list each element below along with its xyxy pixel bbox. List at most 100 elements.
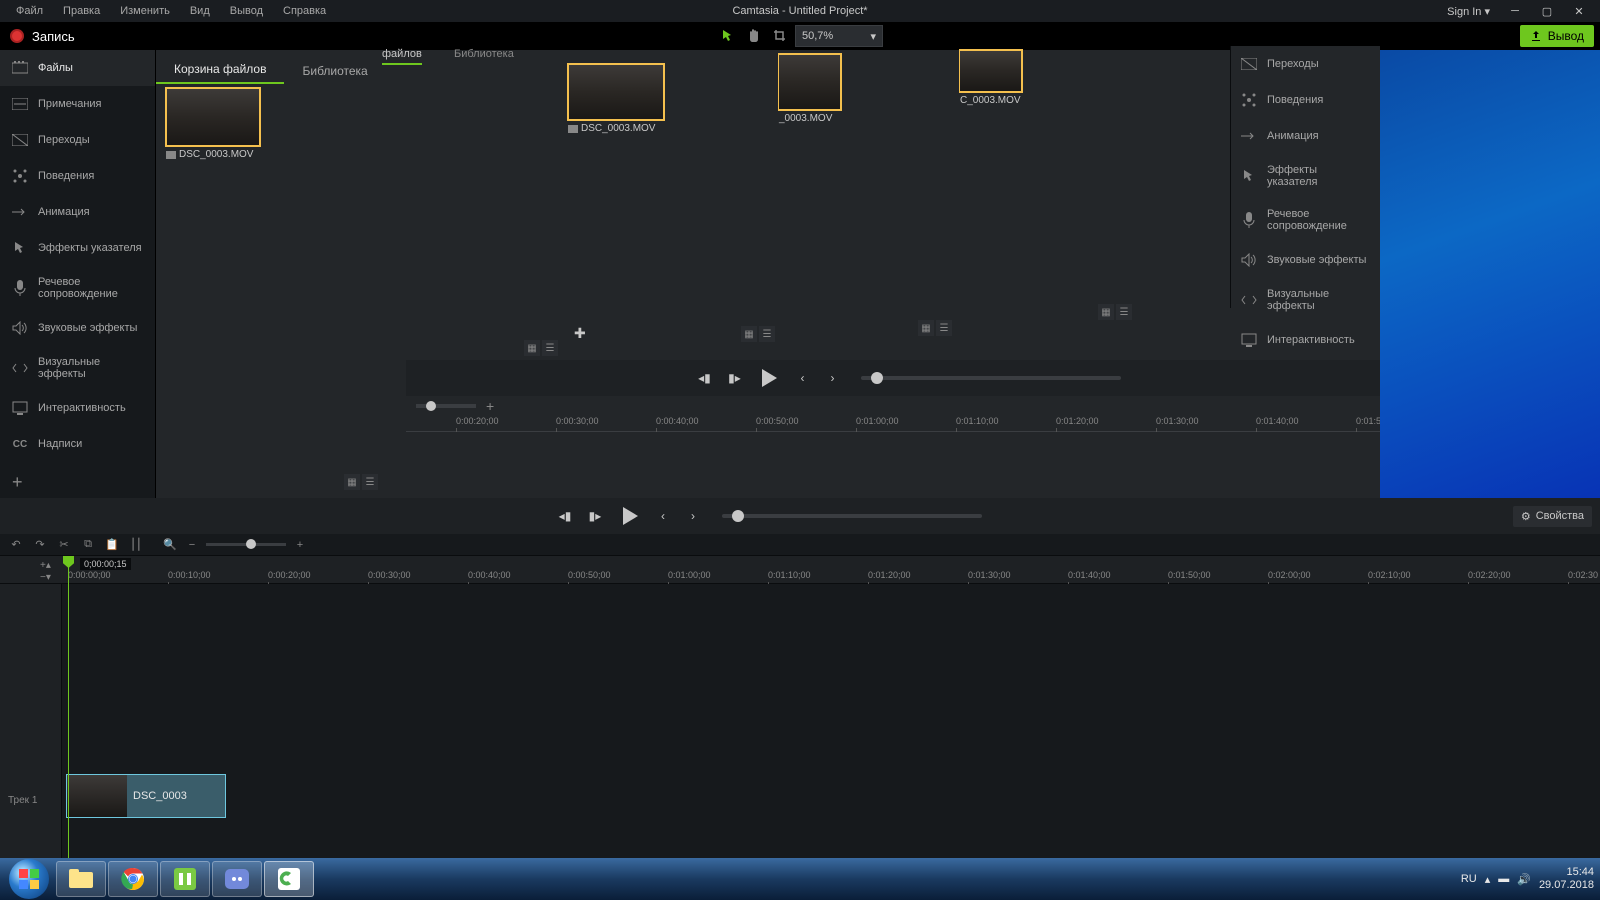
prev-frame-button[interactable]: ◂▮ bbox=[554, 505, 576, 527]
sidebar-item-label: Эффекты указателя bbox=[1267, 164, 1370, 188]
start-button[interactable] bbox=[4, 861, 54, 897]
zoom-out-icon[interactable]: − bbox=[184, 537, 200, 553]
menu-edit[interactable]: Правка bbox=[53, 2, 110, 20]
volume-slider[interactable] bbox=[722, 514, 982, 518]
minimize-button[interactable]: ─ bbox=[1500, 1, 1530, 21]
zoom-dropdown[interactable]: 50,7%▾ bbox=[795, 25, 883, 47]
play-button[interactable] bbox=[753, 363, 783, 393]
prev-frame-button[interactable]: ◂▮ bbox=[693, 367, 715, 389]
sidebar-item-anim[interactable]: Анимация bbox=[0, 194, 155, 230]
close-button[interactable]: ✕ bbox=[1564, 1, 1594, 21]
right-sidebar-item-mic[interactable]: Речевое сопровождение bbox=[1231, 198, 1380, 242]
taskbar-explorer[interactable] bbox=[56, 861, 106, 897]
list-view-icon[interactable]: ☰ bbox=[936, 320, 952, 336]
timeline-zoom-slider[interactable] bbox=[206, 543, 286, 546]
expand-up-icon[interactable]: +▴ bbox=[40, 560, 54, 570]
taskbar-discord[interactable] bbox=[212, 861, 262, 897]
right-sidebar-item-inter[interactable]: Интерактивность bbox=[1231, 322, 1380, 358]
zoom-in-icon[interactable]: + bbox=[292, 537, 308, 553]
right-sidebar-item-cursor[interactable]: Эффекты указателя bbox=[1231, 154, 1380, 198]
step-fwd-button[interactable]: › bbox=[821, 367, 843, 389]
sidebar-item-media[interactable]: Файлы bbox=[0, 50, 155, 86]
timeline-zoom-slider[interactable] bbox=[416, 404, 476, 408]
step-back-button[interactable]: ‹ bbox=[652, 505, 674, 527]
paste-icon[interactable]: 📋 bbox=[104, 537, 120, 553]
export-button[interactable]: Вывод bbox=[1520, 25, 1594, 47]
tray-volume-icon[interactable]: 🔊 bbox=[1517, 873, 1531, 886]
video-icon bbox=[166, 151, 176, 159]
menu-help[interactable]: Справка bbox=[273, 2, 336, 20]
taskbar-app-green[interactable] bbox=[160, 861, 210, 897]
right-sidebar-item-visual[interactable]: Визуальные эффекты bbox=[1231, 278, 1380, 322]
record-icon[interactable] bbox=[10, 29, 24, 43]
tab-library[interactable]: Библиотека bbox=[284, 58, 385, 84]
sidebar-item-visual[interactable]: Визуальные эффекты bbox=[0, 346, 155, 390]
menu-output[interactable]: Вывод bbox=[220, 2, 273, 20]
sidebar-item-inter[interactable]: Интерактивность bbox=[0, 390, 155, 426]
ruler-tick: 0:00:30;00 bbox=[556, 416, 599, 426]
sidebar-item-behav[interactable]: Поведения bbox=[0, 158, 155, 194]
cursor-tool-icon[interactable] bbox=[717, 25, 739, 47]
taskbar-camtasia[interactable] bbox=[264, 861, 314, 897]
list-view-icon[interactable]: ☰ bbox=[1116, 304, 1132, 320]
list-view-icon[interactable]: ☰ bbox=[362, 474, 378, 490]
tray-chevron-icon[interactable]: ▴ bbox=[1485, 873, 1491, 886]
sidebar-item-audio[interactable]: Звуковые эффекты bbox=[0, 310, 155, 346]
hand-tool-icon[interactable] bbox=[743, 25, 765, 47]
taskbar-chrome[interactable] bbox=[108, 861, 158, 897]
maximize-button[interactable]: ▢ bbox=[1532, 1, 1562, 21]
sidebar-item-cc[interactable]: CCНадписи bbox=[0, 426, 155, 462]
grid-view-icon[interactable]: ▦ bbox=[344, 474, 360, 490]
add-tool-button[interactable]: + bbox=[0, 466, 155, 498]
redo-icon[interactable]: ↷ bbox=[32, 537, 48, 553]
play-button[interactable] bbox=[614, 501, 644, 531]
tab-media-bin[interactable]: Корзина файлов bbox=[156, 56, 284, 84]
timeline-clip[interactable]: DSC_0003 bbox=[66, 774, 226, 818]
menu-file[interactable]: Файл bbox=[6, 2, 53, 20]
grid-view-icon[interactable]: ▦ bbox=[1098, 304, 1114, 320]
tray-language[interactable]: RU bbox=[1461, 873, 1477, 885]
sidebar-item-label: Примечания bbox=[38, 98, 102, 110]
properties-button[interactable]: ⚙Свойства bbox=[1513, 506, 1592, 527]
playhead[interactable] bbox=[68, 556, 69, 858]
timeline-ruler[interactable]: +▴ −▾ 0;00:00;15 0:00:00;000:00:10;000:0… bbox=[0, 556, 1600, 584]
step-fwd-button[interactable]: › bbox=[682, 505, 704, 527]
crop-tool-icon[interactable] bbox=[769, 25, 791, 47]
right-sidebar-item-audio[interactable]: Звуковые эффекты bbox=[1231, 242, 1380, 278]
right-sidebar-item-trans[interactable]: Переходы bbox=[1231, 46, 1380, 82]
grid-view-icon[interactable]: ▦ bbox=[918, 320, 934, 336]
step-back-button[interactable]: ‹ bbox=[791, 367, 813, 389]
volume-slider[interactable] bbox=[861, 376, 1121, 380]
zoom-in-icon[interactable]: + bbox=[486, 398, 494, 414]
undo-icon[interactable]: ↶ bbox=[8, 537, 24, 553]
list-view-icon[interactable]: ☰ bbox=[759, 326, 775, 342]
record-label[interactable]: Запись bbox=[32, 29, 75, 44]
search-icon[interactable]: 🔍 bbox=[162, 537, 178, 553]
menu-bar: Файл Правка Изменить Вид Вывод Справка bbox=[0, 2, 336, 20]
sidebar-item-note[interactable]: Примечания bbox=[0, 86, 155, 122]
tray-clock[interactable]: 15:44 29.07.2018 bbox=[1539, 866, 1594, 892]
media-thumb-bg3: _0003.MOV bbox=[779, 54, 841, 124]
cut-icon[interactable]: ✂ bbox=[56, 537, 72, 553]
tray-network-icon[interactable]: ▬ bbox=[1498, 873, 1509, 885]
menu-modify[interactable]: Изменить bbox=[110, 2, 180, 20]
menu-view[interactable]: Вид bbox=[180, 2, 220, 20]
right-sidebar-item-anim[interactable]: Анимация bbox=[1231, 118, 1380, 154]
split-icon[interactable]: ⎮⎮ bbox=[128, 537, 144, 553]
grid-view-icon[interactable]: ▦ bbox=[741, 326, 757, 342]
sidebar-item-label: Эффекты указателя bbox=[38, 242, 142, 254]
sidebar-item-cursor[interactable]: Эффекты указателя bbox=[0, 230, 155, 266]
sidebar-item-trans[interactable]: Переходы bbox=[0, 122, 155, 158]
right-sidebar-item-behav[interactable]: Поведения bbox=[1231, 82, 1380, 118]
track-label[interactable]: Трек 1 bbox=[8, 795, 37, 806]
timeline-tick: 0:01:20;00 bbox=[868, 570, 911, 580]
next-frame-button[interactable]: ▮▸ bbox=[584, 505, 606, 527]
signin-button[interactable]: Sign In ▾ bbox=[1439, 3, 1498, 20]
list-view-icon[interactable]: ☰ bbox=[542, 340, 558, 356]
media-thumb[interactable]: DSC_0003.MOV bbox=[166, 88, 260, 160]
grid-view-icon[interactable]: ▦ bbox=[524, 340, 540, 356]
copy-icon[interactable]: ⧉ bbox=[80, 537, 96, 553]
tracks-area[interactable]: DSC_0003 bbox=[62, 584, 1600, 858]
next-frame-button[interactable]: ▮▸ bbox=[723, 367, 745, 389]
sidebar-item-mic[interactable]: Речевое сопровождение bbox=[0, 266, 155, 310]
